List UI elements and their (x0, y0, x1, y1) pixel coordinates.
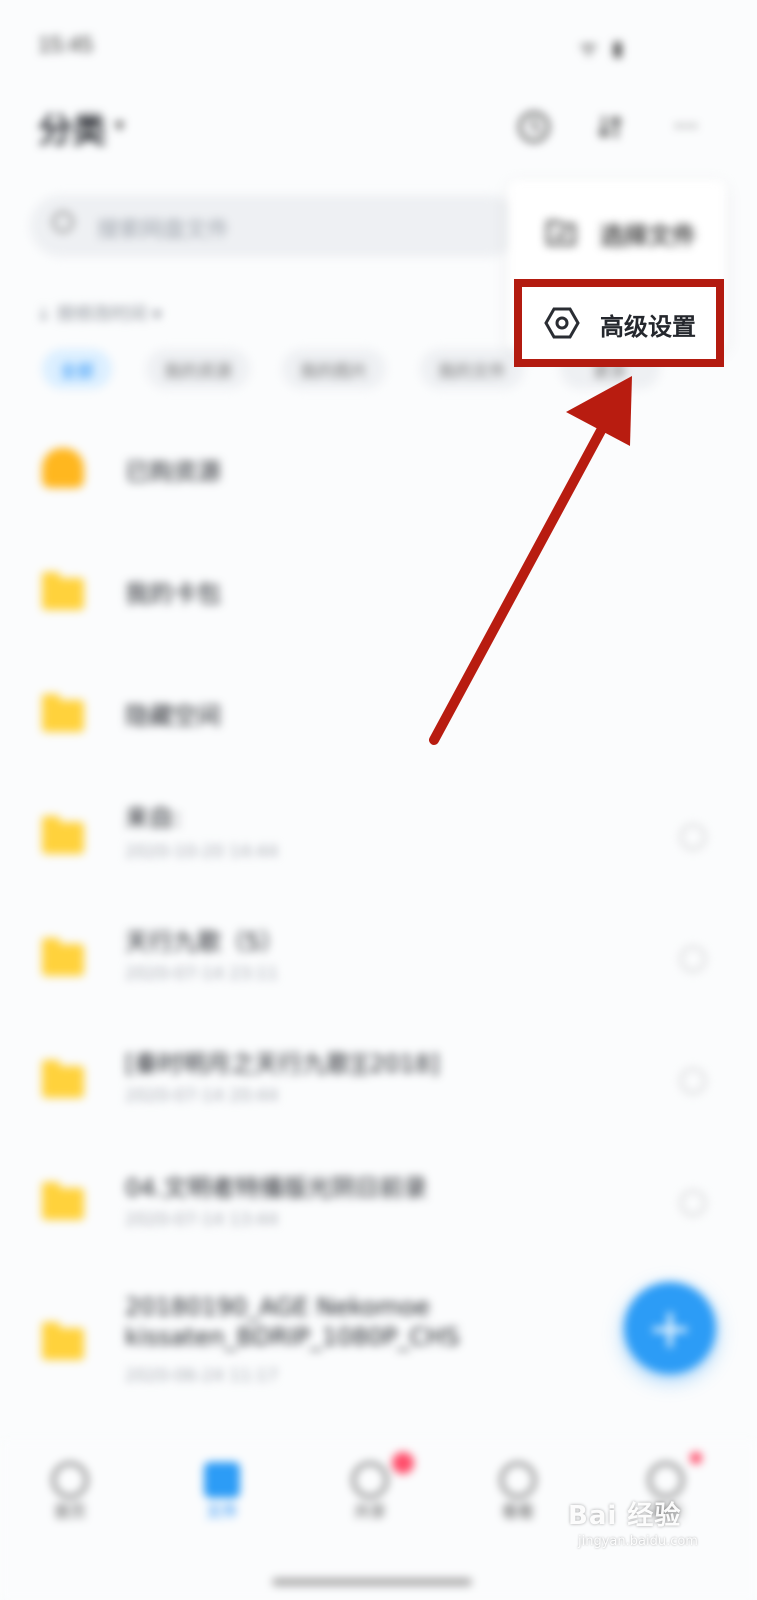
annotation-arrow (429, 376, 632, 745)
watermark-url: jingyan.baidu.com (578, 1534, 698, 1549)
watermark-logo: Bai 经验 (568, 1501, 682, 1531)
